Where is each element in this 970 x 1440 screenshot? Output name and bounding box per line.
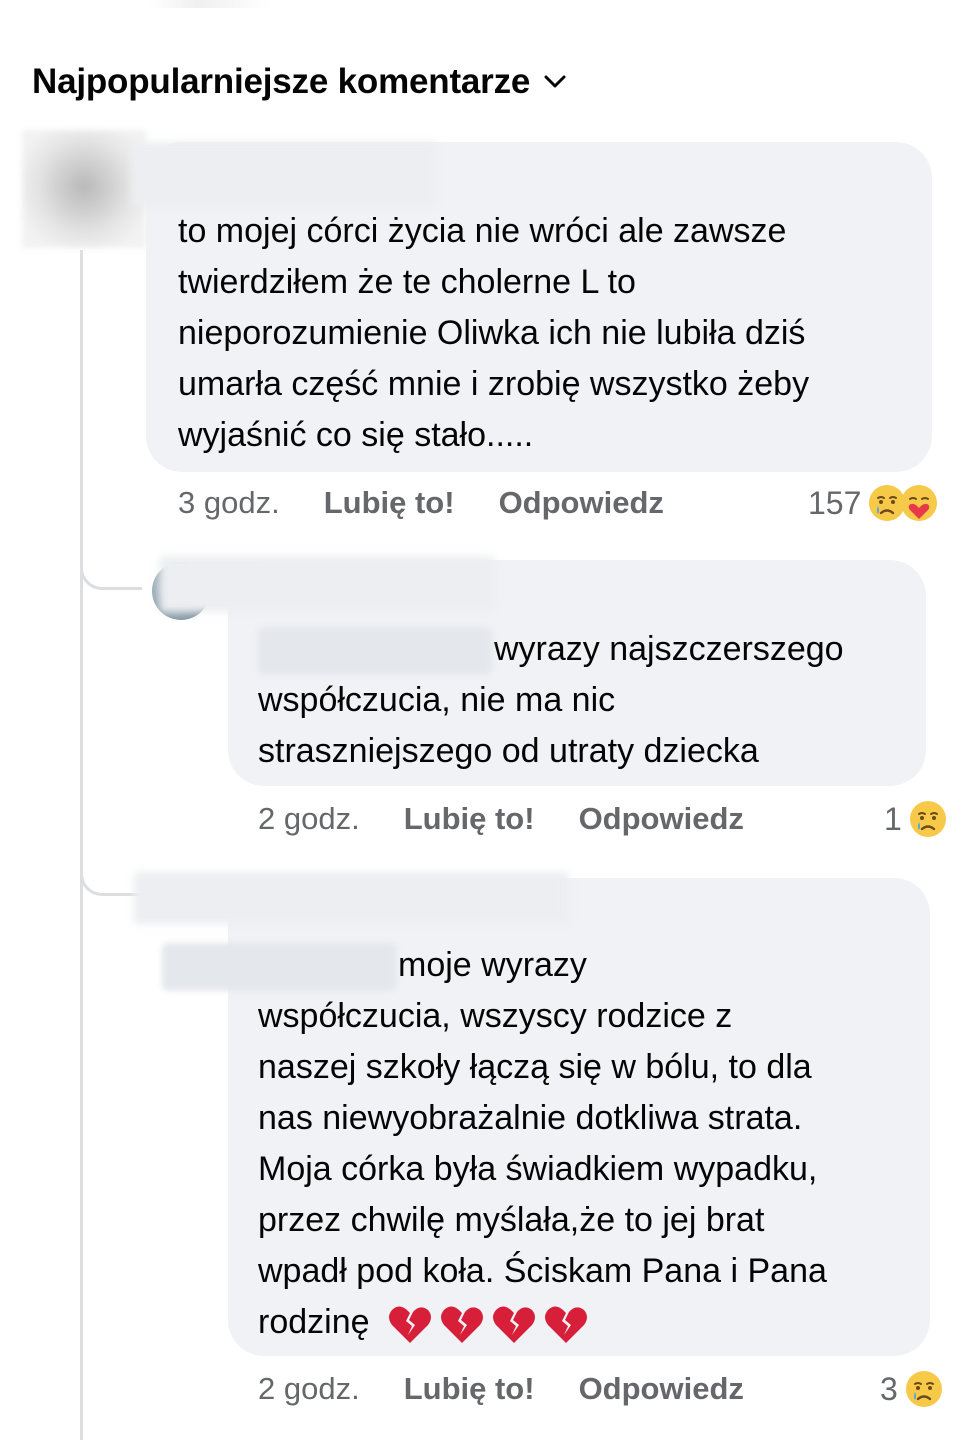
- reply-line: wyrazy najszczerszego: [494, 630, 844, 668]
- comment-actions: 3 godz. Lubię to! Odpowiedz: [178, 481, 664, 525]
- reply-line: wpadł pod koła. Ściskam Pana i Pana: [258, 1252, 827, 1290]
- timestamp[interactable]: 2 godz.: [258, 801, 360, 837]
- sad-crying-face-icon: [908, 799, 948, 839]
- broken-heart-icon: [543, 1303, 589, 1345]
- broken-heart-icon: [439, 1303, 485, 1345]
- reply-line: nas niewyobrażalnie dotkliwa strata.: [258, 1099, 803, 1137]
- reply-line: naszej szkoły łączą się w bólu, to dla: [258, 1048, 812, 1086]
- comment-line: to mojej córci życia nie wróci ale zawsz…: [178, 212, 787, 250]
- reply-actions: 2 godz. Lubię to! Odpowiedz: [258, 797, 744, 841]
- reaction-count: 1: [884, 800, 902, 837]
- reply-connector: [80, 858, 142, 896]
- reply-line: straszniejszego od utraty dziecka: [258, 732, 759, 770]
- reply-line: rodzinę: [258, 1303, 370, 1341]
- broken-heart-icon: [491, 1303, 537, 1345]
- broken-heart-icon: [387, 1303, 433, 1345]
- reply-line: moje wyrazy: [398, 946, 587, 984]
- reply-line: współczucia, wszyscy rodzice z: [258, 997, 733, 1035]
- reaction-summary[interactable]: 3: [880, 1367, 944, 1411]
- author-name-redacted[interactable]: [132, 142, 436, 206]
- cropped-top-edge: [150, 0, 270, 8]
- reply-line: Moja córka była świadkiem wypadku,: [258, 1150, 818, 1188]
- sort-comments-dropdown[interactable]: Najpopularniejsze komentarze: [32, 58, 566, 106]
- avatar[interactable]: [22, 130, 146, 248]
- reaction-count: 157: [808, 484, 862, 521]
- mention-redacted[interactable]: [162, 943, 396, 992]
- reply-button[interactable]: Odpowiedz: [579, 801, 744, 837]
- reply-first-line: wyrazy najszczerszego: [258, 624, 844, 676]
- reply-connector: [80, 552, 142, 590]
- like-button[interactable]: Lubię to!: [404, 1371, 535, 1407]
- thread-line: [80, 250, 83, 1440]
- hugging-heart-face-icon: [899, 483, 939, 523]
- reaction-summary[interactable]: 157: [808, 481, 939, 525]
- reaction-summary[interactable]: 1: [884, 797, 948, 841]
- reply-button[interactable]: Odpowiedz: [579, 1371, 744, 1407]
- section-title: Najpopularniejsze komentarze: [32, 62, 531, 101]
- comment-line: nieporozumienie Oliwka ich nie lubiła dz…: [178, 314, 806, 352]
- comment-line: wyjaśnić co się stało.....: [178, 416, 534, 454]
- author-name-redacted[interactable]: [160, 556, 494, 612]
- comment-line: twierdziłem że te cholerne L to: [178, 263, 636, 301]
- reply-line: przez chwilę myślała,że to jej brat: [258, 1201, 765, 1239]
- sad-crying-face-icon: [904, 1369, 944, 1409]
- timestamp[interactable]: 2 godz.: [258, 1371, 360, 1407]
- comment-line: umarła część mnie i zrobię wszystko żeby: [178, 365, 810, 403]
- reply-button[interactable]: Odpowiedz: [499, 485, 664, 521]
- reply-actions: 2 godz. Lubię to! Odpowiedz: [258, 1367, 744, 1411]
- timestamp[interactable]: 3 godz.: [178, 485, 280, 521]
- like-button[interactable]: Lubię to!: [404, 801, 535, 837]
- reply-first-line: moje wyrazy: [162, 940, 587, 992]
- author-name-redacted[interactable]: [134, 872, 568, 924]
- mention-redacted[interactable]: [258, 627, 492, 676]
- like-button[interactable]: Lubię to!: [324, 485, 455, 521]
- reply-last-line: rodzinę: [258, 1297, 589, 1348]
- chevron-down-icon: [544, 75, 566, 89]
- reaction-count: 3: [880, 1370, 898, 1407]
- reply-line: współczucia, nie ma nic: [258, 681, 616, 719]
- broken-hearts: [387, 1303, 589, 1345]
